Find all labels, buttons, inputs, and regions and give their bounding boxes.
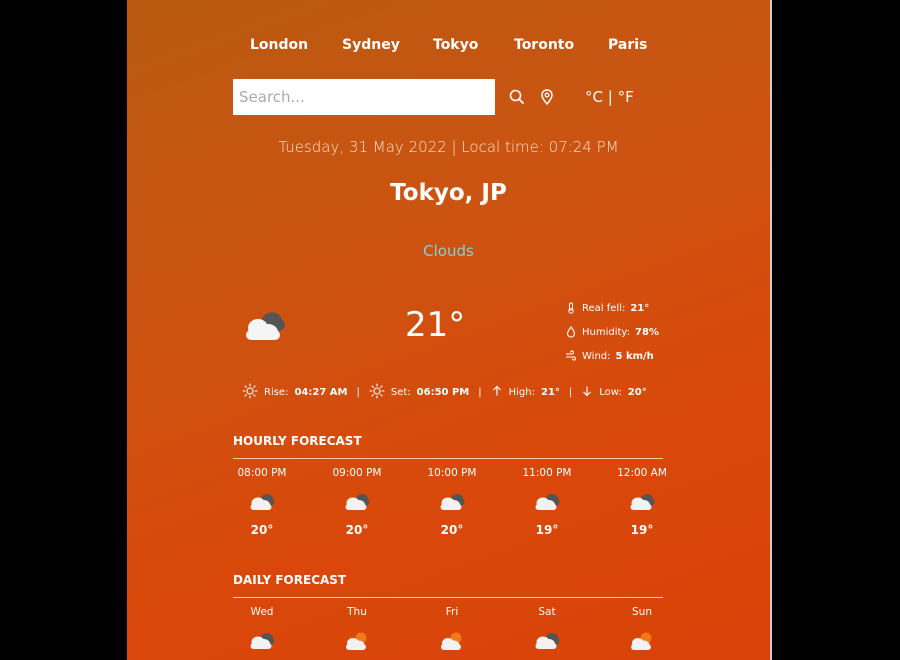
- daily-day: Thu: [347, 606, 367, 618]
- wind-row: Wind: 5 km/h: [565, 344, 659, 368]
- location-title: Tokyo, JP: [390, 180, 507, 206]
- city-button-paris[interactable]: Paris: [608, 37, 647, 53]
- clouds-icon: [437, 491, 467, 517]
- weather-app: London Sydney Tokyo Toronto Paris °C | °…: [127, 0, 770, 660]
- daily-item: Wed: [227, 606, 297, 656]
- hourly-forecast-title: HOURLY FORECAST: [233, 434, 362, 448]
- daily-item: Sat: [512, 606, 582, 656]
- hourly-temp: 20°: [250, 523, 274, 537]
- real-feel-value: 21°: [630, 302, 650, 314]
- humidity-value: 78%: [634, 326, 659, 338]
- clouds-icon: [247, 491, 277, 517]
- fahrenheit-button[interactable]: °F: [618, 88, 634, 106]
- daily-divider: [233, 597, 663, 598]
- wind-value: 5 km/h: [615, 350, 654, 362]
- hourly-item: 08:00 PM 20°: [227, 467, 297, 537]
- hourly-temp: 19°: [630, 523, 654, 537]
- clouds-icon: [247, 630, 277, 656]
- hourly-item: 09:00 PM 20°: [322, 467, 392, 537]
- clouds-icon: [627, 491, 657, 517]
- hourly-temp: 20°: [440, 523, 464, 537]
- hourly-temp: 20°: [345, 523, 369, 537]
- local-datetime: Tuesday, 31 May 2022 | Local time: 07:24…: [278, 138, 619, 156]
- left-letterbox: [0, 0, 127, 660]
- daily-day: Sun: [632, 606, 652, 618]
- hourly-time: 11:00 PM: [522, 467, 572, 479]
- sunset-item: Set: 06:50 PM: [369, 383, 469, 402]
- sun-cloud-icon: [437, 630, 467, 656]
- sunrise-label: Rise:: [264, 387, 289, 398]
- daily-day: Sat: [538, 606, 556, 618]
- arrow-down-icon: [581, 385, 593, 400]
- humidity-row: Humidity: 78%: [565, 320, 659, 344]
- high-item: High: 21°: [491, 385, 560, 400]
- low-value: 20°: [627, 387, 647, 398]
- hourly-forecast-list: 08:00 PM 20° 09:00 PM 20° 10:00 PM 20° 1…: [227, 467, 677, 537]
- weather-condition: Clouds: [423, 242, 474, 260]
- city-button-sydney[interactable]: Sydney: [342, 37, 400, 53]
- sunset-label: Set:: [390, 387, 411, 398]
- clouds-icon: [342, 491, 372, 517]
- right-letterbox: [772, 0, 900, 660]
- daily-day: Fri: [445, 606, 459, 618]
- sun-cloud-icon: [627, 630, 657, 656]
- search-icon[interactable]: [508, 88, 526, 106]
- real-feel-label: Real fell:: [582, 302, 626, 314]
- sun-cloud-icon: [342, 630, 372, 656]
- high-value: 21°: [540, 387, 560, 398]
- astro-separator: |: [356, 387, 360, 398]
- high-label: High:: [508, 387, 535, 398]
- city-button-toronto[interactable]: Toronto: [514, 37, 574, 53]
- wind-icon: [565, 350, 577, 362]
- hourly-time: 09:00 PM: [332, 467, 382, 479]
- search-input[interactable]: [233, 79, 495, 115]
- sunset-icon: [369, 383, 385, 402]
- sunrise-icon: [242, 383, 258, 402]
- astro-strip: Rise: 04:27 AM | Set: 06:50 PM | High: 2…: [242, 383, 647, 402]
- wind-label: Wind:: [582, 350, 611, 362]
- astro-separator: |: [568, 387, 573, 398]
- sunset-value: 06:50 PM: [416, 387, 470, 398]
- daily-item: Fri: [417, 606, 487, 656]
- droplet-icon: [565, 326, 577, 338]
- thermometer-icon: [565, 302, 577, 314]
- hourly-temp: 19°: [535, 523, 559, 537]
- humidity-label: Humidity:: [582, 326, 630, 338]
- sunrise-item: Rise: 04:27 AM: [242, 383, 347, 402]
- clouds-icon: [532, 630, 562, 656]
- low-item: Low: 20°: [581, 385, 647, 400]
- hourly-time: 10:00 PM: [427, 467, 477, 479]
- daily-item: Sun: [607, 606, 677, 656]
- clouds-icon: [240, 308, 290, 348]
- low-label: Low:: [599, 387, 622, 398]
- clouds-icon: [532, 491, 562, 517]
- hourly-item: 12:00 AM 19°: [607, 467, 677, 537]
- hourly-item: 10:00 PM 20°: [417, 467, 487, 537]
- daily-forecast-title: DAILY FORECAST: [233, 573, 347, 587]
- current-temperature: 21°: [405, 305, 466, 345]
- unit-toggle: °C | °F: [585, 88, 634, 106]
- hourly-item: 11:00 PM 19°: [512, 467, 582, 537]
- sunrise-value: 04:27 AM: [294, 387, 348, 398]
- weather-details: Real fell: 21° Humidity: 78% Wind: 5 km/…: [565, 296, 659, 368]
- hourly-time: 08:00 PM: [237, 467, 287, 479]
- astro-separator: |: [478, 387, 482, 398]
- daily-forecast-list: Wed Thu Fri Sat Sun: [227, 606, 677, 656]
- location-pin-icon[interactable]: [538, 88, 556, 106]
- city-button-london[interactable]: London: [250, 37, 308, 53]
- arrow-up-icon: [491, 385, 503, 400]
- hourly-divider: [233, 458, 663, 459]
- city-button-tokyo[interactable]: Tokyo: [433, 37, 478, 53]
- hourly-time: 12:00 AM: [617, 467, 667, 479]
- daily-day: Wed: [250, 606, 274, 618]
- real-feel-row: Real fell: 21°: [565, 296, 659, 320]
- celsius-button[interactable]: °C: [585, 88, 603, 106]
- unit-separator: |: [607, 88, 613, 106]
- daily-item: Thu: [322, 606, 392, 656]
